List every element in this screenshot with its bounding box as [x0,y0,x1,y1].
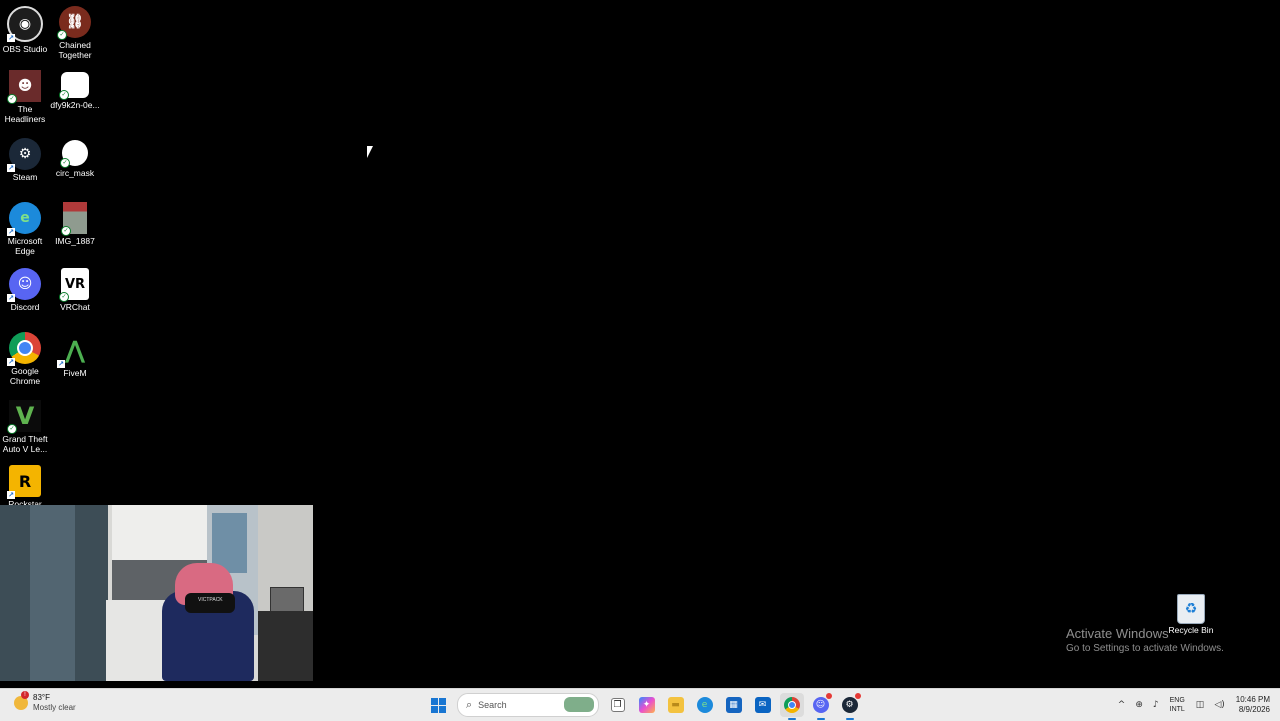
microphone-icon[interactable]: ♪ [1153,700,1159,710]
chained-together-icon: ⛓ ✓ [57,6,91,40]
discord-icon: ☺ ↗ [7,268,41,302]
chair-brand: VICTPACK [198,597,223,603]
image-file-icon: ✓ [60,140,88,168]
steam-icon: ⚙ ↗ [7,138,41,172]
desktop-icon-label: Google Chrome [9,366,41,386]
system-tray: ^ ⊕ ♪ ENG INTL ◫ ◁) 10:46 PM 8/9/2026 [1113,689,1280,721]
desktop-icon-img-1887[interactable]: ✓ IMG_1887 [50,202,100,246]
webcam-scene [270,587,304,613]
desktop-icon-dfy9k2n[interactable]: ✓ dfy9k2n-0e... [50,72,100,110]
chrome-icon: ↗ [7,332,41,366]
steam-icon: ⚙ [841,697,858,713]
clock[interactable]: 10:46 PM 8/9/2026 [1236,695,1270,715]
headliners-icon: ☻ ✓ [7,70,41,104]
chrome-taskbar-button[interactable] [779,693,804,720]
language-indicator[interactable]: ENG INTL [1170,696,1185,714]
volume-icon[interactable]: ◁) [1214,700,1224,710]
search-highlight-image [564,697,594,712]
copilot-icon: ✦ [638,697,655,713]
steam-taskbar-button[interactable]: ⚙ [838,693,862,720]
search-icon: ⌕ [466,698,473,711]
wifi-icon[interactable]: ◫ [1196,700,1205,710]
weather-condition: Mostly clear [33,703,76,712]
store-icon: ▦ [725,697,742,713]
gta-icon: V ✓ [7,400,41,434]
windows-logo-icon [431,697,446,713]
image-file-icon: ✓ [59,72,89,100]
mouse-cursor-icon [367,146,379,158]
activation-subtitle: Go to Settings to activate Windows. [1066,643,1224,654]
edge-icon: e [696,697,713,713]
clock-date: 8/9/2026 [1238,705,1270,714]
vrchat-icon: VR ✓ [59,268,89,302]
desktop-icon-chained-together[interactable]: ⛓ ✓ Chained Together [50,6,100,60]
notification-badge: ! [21,691,29,699]
webcam-scene [258,611,313,681]
desktop-icon-circ-mask[interactable]: ✓ circ_mask [50,140,100,178]
rockstar-icon: R ↗ [7,465,41,499]
webcam-scene [30,505,75,681]
mail-icon: ✉ [754,697,771,713]
desktop-icon-label: FiveM [63,368,87,378]
photo-file-icon: ✓ [61,202,87,236]
desktop-icon-microsoft-edge[interactable]: e ↗ Microsoft Edge [0,202,50,256]
activation-watermark: Activate Windows Go to Settings to activ… [1066,626,1224,654]
task-view-icon: ❐ [610,698,625,712]
notification-badge [825,693,832,699]
desktop-icon-label: IMG_1887 [55,236,95,246]
folder-icon: ▬ [667,697,684,713]
desktop-icon-google-chrome[interactable]: ↗ Google Chrome [0,332,50,386]
desktop-icon-label: Chained Together [58,40,92,60]
notification-badge [854,693,861,699]
desktop-icon-label: Microsoft Edge [7,236,43,256]
desktop-icon-label: dfy9k2n-0e... [50,100,100,110]
desktop-icon-label: Grand Theft Auto V Le... [2,434,48,454]
desktop-icon-discord[interactable]: ☺ ↗ Discord [0,268,50,312]
chrome-icon [783,697,800,713]
desktop-icon-label: Discord [10,302,40,312]
outlook-button[interactable]: ✉ [751,693,775,717]
search-placeholder: Search [478,700,507,710]
language-code: ENG [1169,697,1185,704]
webcam-scene [112,505,207,562]
webcam-overlay: VICTPACK [0,505,313,681]
obs-icon: ◉ ↗ [7,6,43,42]
fivem-icon: ⋀ ↗ [57,334,91,368]
show-hidden-icons-chevron-icon[interactable]: ^ [1118,700,1126,710]
desktop[interactable]: ◉ ↗ OBS Studio ☻ ✓ The Headliners ⚙ ↗ Steam… [0,0,1280,688]
start-button[interactable] [427,693,451,717]
desktop-icon-obs-studio[interactable]: ◉ ↗ OBS Studio [0,6,50,54]
taskbar-search-box[interactable]: ⌕ Search [457,693,599,717]
network-icon[interactable]: ⊕ [1135,700,1143,710]
weather-moon-icon: ! [14,691,29,710]
desktop-icon-label: circ_mask [55,168,95,178]
file-explorer-button[interactable]: ▬ [664,693,688,717]
desktop-icon-rockstar[interactable]: R ↗ Rockstar [0,465,50,509]
recycle-bin-icon: ♻ [1177,594,1205,624]
clock-time: 10:46 PM [1235,695,1270,704]
taskbar-apps: ⌕ Search ❐ ✦ ▬ e ▦ ✉ ☺ ⚙ [424,693,864,720]
edge-icon: e ↗ [7,202,41,236]
activation-title: Activate Windows [1066,626,1169,641]
desktop-icon-label: OBS Studio [2,44,48,54]
store-button[interactable]: ▦ [722,693,746,717]
edge-taskbar-button[interactable]: e [693,693,717,717]
weather-temperature: 83°F [33,693,50,702]
desktop-icon-vrchat[interactable]: VR ✓ VRChat [50,268,100,312]
desktop-icon-fivem[interactable]: ⋀ ↗ FiveM [50,334,100,378]
weather-widget[interactable]: ! 83°F Mostly clear [14,691,76,713]
discord-icon: ☺ [812,697,829,713]
discord-taskbar-button[interactable]: ☺ [809,693,833,720]
desktop-icon-label: Steam [12,172,38,182]
copilot-button[interactable]: ✦ [635,693,659,717]
keyboard-layout: INTL [1169,706,1185,713]
task-view-button[interactable]: ❐ [606,693,630,717]
desktop-icon-the-headliners[interactable]: ☻ ✓ The Headliners [0,70,50,124]
desktop-icon-gta-v[interactable]: V ✓ Grand Theft Auto V Le... [0,400,50,454]
desktop-icon-label: The Headliners [4,104,46,124]
desktop-icon-label: VRChat [60,302,90,312]
taskbar: ! 83°F Mostly clear ⌕ Search ❐ ✦ ▬ e ▦ ✉… [0,688,1280,721]
gaming-chair [185,593,235,613]
desktop-icon-steam[interactable]: ⚙ ↗ Steam [0,138,50,182]
